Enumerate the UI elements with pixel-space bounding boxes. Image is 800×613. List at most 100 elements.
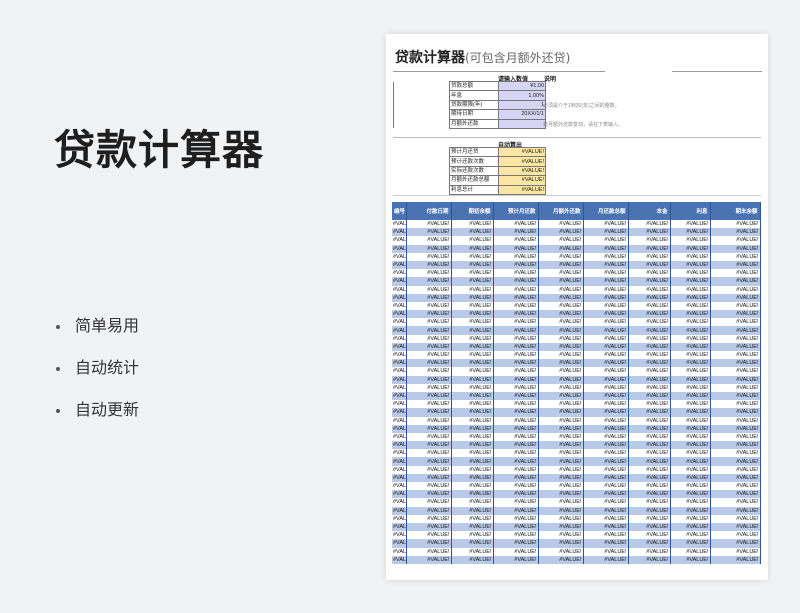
table-cell[interactable]: #VALUE!: [670, 285, 711, 294]
table-cell[interactable]: #VALUE!: [406, 531, 452, 540]
table-cell[interactable]: #VALUE!: [538, 252, 584, 261]
table-cell[interactable]: #VALUE!: [493, 416, 539, 425]
table-cell[interactable]: #VALUE!: [392, 514, 407, 523]
table-cell[interactable]: #VALUE!: [670, 547, 711, 556]
table-cell[interactable]: #VALUE!: [392, 391, 407, 401]
table-cell[interactable]: #VALUE!: [406, 506, 452, 515]
table-cell[interactable]: #VALUE!: [538, 375, 584, 384]
table-cell[interactable]: #VALUE!: [493, 367, 539, 376]
table-cell[interactable]: #VALUE!: [670, 400, 711, 409]
table-cell[interactable]: #VALUE!: [406, 310, 452, 319]
table-cell[interactable]: #VALUE!: [392, 473, 407, 482]
table-cell[interactable]: #VALUE!: [710, 400, 761, 409]
table-cell[interactable]: #VALUE!: [451, 228, 494, 237]
table-cell[interactable]: #VALUE!: [451, 244, 494, 253]
table-cell[interactable]: #VALUE!: [710, 301, 761, 311]
table-cell[interactable]: #VALUE!: [406, 301, 452, 311]
table-cell[interactable]: #VALUE!: [392, 326, 407, 335]
table-cell[interactable]: #VALUE!: [493, 449, 539, 458]
table-cell[interactable]: #VALUE!: [628, 490, 671, 499]
table-cell[interactable]: #VALUE!: [493, 457, 539, 466]
table-cell[interactable]: #VALUE!: [406, 482, 452, 491]
table-cell[interactable]: #VALUE!: [583, 506, 629, 515]
table-cell[interactable]: #VALUE!: [670, 473, 711, 482]
table-cell[interactable]: #VALUE!: [493, 547, 539, 556]
table-cell[interactable]: #VALUE!: [583, 351, 629, 360]
table-cell[interactable]: #VALUE!: [493, 506, 539, 515]
table-cell[interactable]: #VALUE!: [583, 367, 629, 376]
table-cell[interactable]: #VALUE!: [392, 260, 407, 270]
table-cell[interactable]: #VALUE!: [406, 441, 452, 450]
table-cell[interactable]: #VALUE!: [406, 277, 452, 286]
table-cell[interactable]: #VALUE!: [392, 293, 407, 302]
input-value[interactable]: 20XX/1/1: [498, 109, 546, 120]
table-cell[interactable]: #VALUE!: [670, 260, 711, 270]
table-cell[interactable]: #VALUE!: [628, 252, 671, 261]
table-cell[interactable]: #VALUE!: [670, 498, 711, 507]
table-cell[interactable]: #VALUE!: [628, 506, 671, 515]
table-cell[interactable]: #VALUE!: [392, 457, 407, 466]
table-cell[interactable]: #VALUE!: [451, 539, 494, 548]
table-cell[interactable]: #VALUE!: [710, 244, 761, 253]
table-cell[interactable]: #VALUE!: [451, 457, 494, 466]
table-cell[interactable]: #VALUE!: [583, 482, 629, 491]
table-cell[interactable]: #VALUE!: [451, 334, 494, 343]
table-cell[interactable]: #VALUE!: [493, 432, 539, 442]
table-cell[interactable]: #VALUE!: [710, 293, 761, 302]
table-cell[interactable]: #VALUE!: [451, 383, 494, 392]
table-cell[interactable]: #VALUE!: [710, 310, 761, 319]
table-cell[interactable]: #VALUE!: [710, 498, 761, 507]
table-cell[interactable]: #VALUE!: [392, 351, 407, 360]
table-cell[interactable]: #VALUE!: [710, 375, 761, 384]
table-cell[interactable]: #VALUE!: [583, 457, 629, 466]
table-cell[interactable]: #VALUE!: [670, 342, 711, 351]
table-cell[interactable]: #VALUE!: [710, 465, 761, 474]
table-cell[interactable]: #VALUE!: [406, 490, 452, 499]
table-cell[interactable]: #VALUE!: [493, 277, 539, 286]
table-cell[interactable]: #VALUE!: [670, 424, 711, 433]
table-cell[interactable]: #VALUE!: [628, 236, 671, 245]
table-cell[interactable]: #VALUE!: [392, 220, 407, 229]
table-cell[interactable]: #VALUE!: [628, 473, 671, 482]
table-cell[interactable]: #VALUE!: [710, 342, 761, 351]
table-cell[interactable]: #VALUE!: [451, 359, 494, 368]
table-cell[interactable]: #VALUE!: [451, 310, 494, 319]
table-cell[interactable]: #VALUE!: [583, 228, 629, 237]
table-cell[interactable]: #VALUE!: [493, 531, 539, 540]
table-cell[interactable]: #VALUE!: [710, 441, 761, 450]
table-cell[interactable]: #VALUE!: [628, 555, 671, 564]
table-cell[interactable]: #VALUE!: [406, 449, 452, 458]
table-cell[interactable]: #VALUE!: [583, 539, 629, 548]
table-cell[interactable]: #VALUE!: [392, 252, 407, 261]
table-cell[interactable]: #VALUE!: [583, 498, 629, 507]
table-cell[interactable]: #VALUE!: [493, 441, 539, 450]
table-cell[interactable]: #VALUE!: [451, 326, 494, 335]
table-cell[interactable]: #VALUE!: [710, 416, 761, 425]
table-cell[interactable]: #VALUE!: [538, 539, 584, 548]
table-cell[interactable]: #VALUE!: [538, 482, 584, 491]
table-cell[interactable]: #VALUE!: [583, 285, 629, 294]
table-cell[interactable]: #VALUE!: [538, 400, 584, 409]
table-cell[interactable]: #VALUE!: [583, 449, 629, 458]
table-cell[interactable]: #VALUE!: [538, 506, 584, 515]
table-cell[interactable]: #VALUE!: [670, 301, 711, 311]
table-cell[interactable]: #VALUE!: [628, 359, 671, 368]
table-cell[interactable]: #VALUE!: [538, 260, 584, 270]
table-cell[interactable]: #VALUE!: [538, 342, 584, 351]
table-cell[interactable]: #VALUE!: [392, 408, 407, 417]
table-cell[interactable]: #VALUE!: [670, 555, 711, 564]
table-cell[interactable]: #VALUE!: [583, 236, 629, 245]
table-cell[interactable]: #VALUE!: [538, 318, 584, 327]
table-cell[interactable]: #VALUE!: [493, 400, 539, 409]
table-cell[interactable]: #VALUE!: [406, 457, 452, 466]
table-cell[interactable]: #VALUE!: [406, 424, 452, 433]
table-cell[interactable]: #VALUE!: [628, 334, 671, 343]
table-cell[interactable]: #VALUE!: [710, 367, 761, 376]
table-cell[interactable]: #VALUE!: [406, 326, 452, 335]
table-cell[interactable]: #VALUE!: [583, 359, 629, 368]
table-cell[interactable]: #VALUE!: [493, 359, 539, 368]
table-cell[interactable]: #VALUE!: [628, 228, 671, 237]
table-cell[interactable]: #VALUE!: [628, 260, 671, 270]
table-cell[interactable]: #VALUE!: [670, 531, 711, 540]
table-cell[interactable]: #VALUE!: [538, 310, 584, 319]
